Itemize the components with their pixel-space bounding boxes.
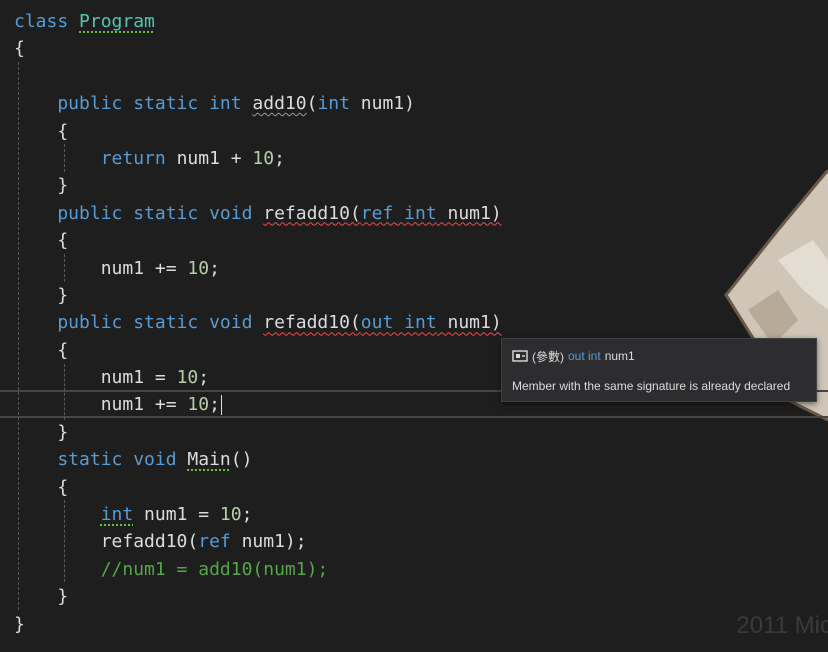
code-token: ;	[198, 367, 210, 389]
code-line[interactable]: refadd10(ref num1);	[14, 528, 502, 555]
quick-info-tooltip: (參數) out int num1 Member with the same s…	[501, 338, 817, 402]
code-line[interactable]: }	[14, 419, 502, 446]
code-line[interactable]: //num1 = add10(num1);	[14, 556, 502, 583]
code-token: {	[14, 120, 69, 142]
code-token: {	[14, 339, 69, 361]
code-token: int	[317, 93, 350, 115]
code-token: num1 =	[14, 367, 177, 389]
code-token: num1 +=	[14, 394, 188, 416]
code-line[interactable]: num1 += 10;	[14, 255, 502, 282]
code-line[interactable]: return num1 + 10;	[14, 145, 502, 172]
code-token: num1);	[230, 531, 307, 553]
tooltip-category: (參數)	[532, 349, 564, 364]
code-line[interactable]: num1 = 10;	[14, 364, 502, 391]
code-token: num1 =	[133, 504, 220, 526]
code-token: int	[100, 504, 134, 526]
code-line[interactable]: }	[14, 611, 502, 638]
code-line[interactable]: }	[14, 583, 502, 610]
code-token: 10	[187, 394, 210, 416]
code-editor[interactable]: 2011 Mic class Program { public static in…	[0, 0, 828, 652]
code-token: public static void	[14, 202, 264, 224]
code-token: num1)	[349, 93, 415, 115]
code-token: out int	[360, 312, 437, 334]
watermark-text: 2011 Mic	[736, 612, 828, 639]
code-token: Program	[79, 11, 155, 32]
code-token: ;	[209, 257, 220, 279]
code-token: }	[14, 284, 69, 306]
tooltip-signature: (參數) out int num1	[512, 348, 806, 364]
tooltip-param-name: num1	[604, 349, 635, 363]
code-line[interactable]: {	[14, 118, 502, 145]
code-token: (	[306, 93, 318, 115]
code-token: num1 +	[176, 147, 253, 169]
code-token: ;	[241, 504, 253, 526]
code-token: ;	[209, 394, 220, 416]
code-token: {	[14, 38, 25, 60]
code-token: public static int	[14, 93, 253, 115]
code-token: 10	[252, 147, 275, 169]
code-token: {	[14, 230, 69, 252]
code-line[interactable]: num1 += 10;	[14, 391, 502, 418]
code-line[interactable]: {	[14, 35, 502, 62]
code-token: 10	[219, 504, 242, 526]
text-caret	[220, 395, 222, 416]
code-token: class	[14, 11, 80, 32]
code-token: num1)	[436, 312, 502, 334]
code-token: num1)	[436, 202, 502, 224]
code-line[interactable]: public static void refadd10(ref int num1…	[14, 200, 502, 227]
code-token: ()	[230, 449, 253, 471]
code-token: Main	[187, 449, 231, 471]
code-token: }	[14, 586, 69, 608]
code-token: return	[14, 147, 177, 169]
code-token: add10	[252, 93, 307, 115]
code-token: refadd10(	[263, 202, 361, 224]
code-token: ref	[198, 531, 231, 553]
code-line[interactable]: public static void refadd10(out int num1…	[14, 309, 502, 336]
code-line[interactable]: {	[14, 474, 502, 501]
code-token: }	[14, 175, 69, 197]
code-text-area[interactable]: class Program{ public static int add10(i…	[14, 8, 502, 638]
code-line[interactable]	[14, 63, 502, 90]
code-line[interactable]: class Program	[14, 8, 502, 35]
code-token: 10	[176, 367, 199, 389]
code-token: 10	[187, 257, 210, 279]
code-token: ;	[274, 147, 285, 169]
code-line[interactable]: }	[14, 172, 502, 199]
code-token: ref int	[360, 202, 437, 224]
code-line[interactable]: }	[14, 282, 502, 309]
code-line[interactable]: public static int add10(int num1)	[14, 90, 502, 117]
code-line[interactable]: int num1 = 10;	[14, 501, 502, 528]
code-line[interactable]: {	[14, 337, 502, 364]
code-token: //num1 = add10(num1);	[14, 558, 329, 580]
tooltip-modifier: out int	[568, 349, 601, 363]
code-line[interactable]: {	[14, 227, 502, 254]
code-token: }	[14, 421, 69, 443]
code-token: public static void	[14, 312, 264, 334]
code-token: refadd10(	[263, 312, 361, 334]
code-token: num1 +=	[14, 257, 188, 279]
code-token: {	[14, 476, 69, 498]
tooltip-error-message: Member with the same signature is alread…	[512, 379, 791, 393]
code-line[interactable]: static void Main()	[14, 446, 502, 473]
code-token: static void	[14, 449, 188, 471]
parameter-icon	[512, 350, 528, 362]
code-token: refadd10(	[14, 531, 199, 553]
code-token: }	[14, 613, 25, 635]
